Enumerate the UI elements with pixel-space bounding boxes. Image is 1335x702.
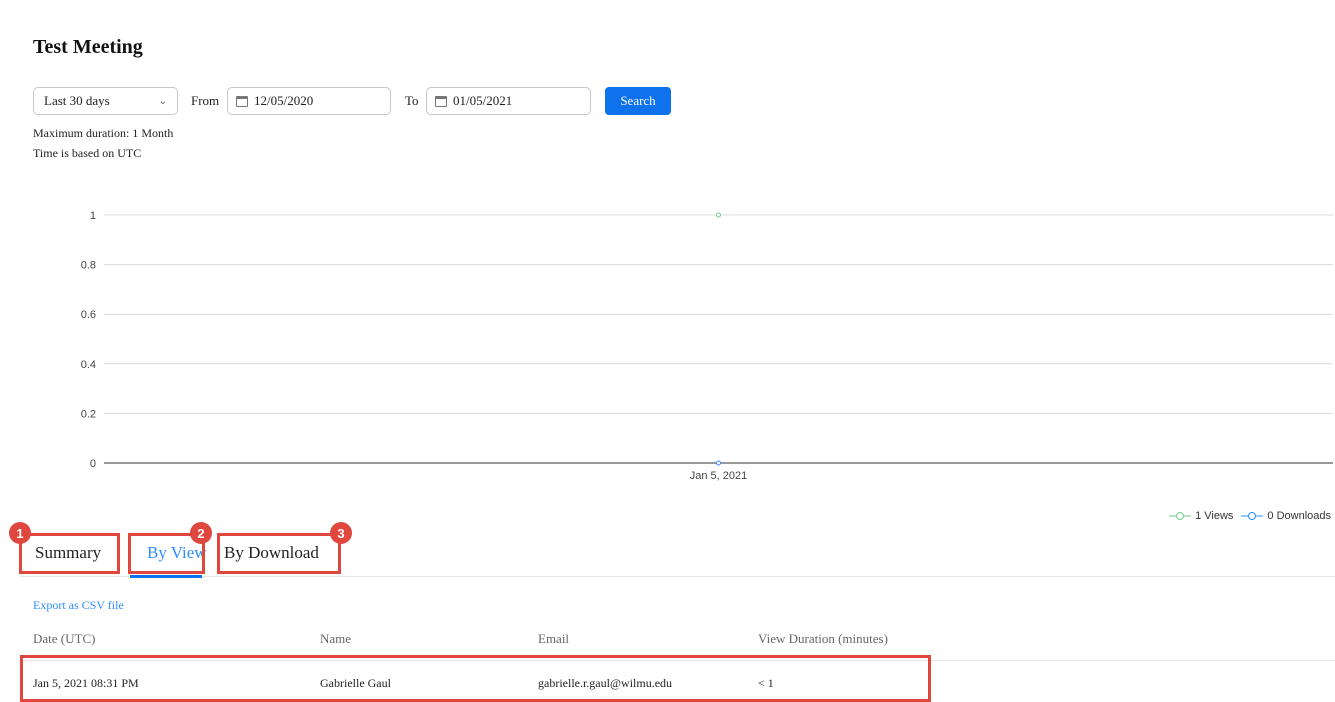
step-badge: 2 xyxy=(190,522,212,544)
highlight-box xyxy=(217,533,341,574)
column-header-date: Date (UTC) xyxy=(33,631,96,646)
y-tick-label: 0 xyxy=(90,458,96,470)
legend-line-icon xyxy=(1241,512,1264,520)
data-point xyxy=(716,460,721,466)
chevron-down-icon: ⌄ xyxy=(158,95,167,107)
search-button[interactable]: Search xyxy=(605,87,671,115)
step-badge: 3 xyxy=(330,522,352,544)
legend-item-views[interactable]: 1 Views xyxy=(1169,510,1233,522)
chart-series xyxy=(716,212,721,466)
y-axis-labels: 0 0.2 0.4 0.6 0.8 1 xyxy=(81,210,96,470)
date-range-value: Last 30 days xyxy=(44,93,110,108)
to-label: To xyxy=(405,93,419,108)
y-tick-label: 0.2 xyxy=(81,408,96,420)
legend-line-icon xyxy=(1169,512,1192,520)
active-tab-indicator xyxy=(130,575,202,578)
column-header-email: Email xyxy=(538,631,570,646)
from-label: From xyxy=(191,93,220,108)
x-tick-label: Jan 5, 2021 xyxy=(690,470,748,482)
legend-label: 0 Downloads xyxy=(1267,510,1331,522)
to-date-field[interactable]: 01/05/2021 xyxy=(426,87,591,115)
step-badge: 1 xyxy=(9,522,31,544)
views-chart: 0 0.2 0.4 0.6 0.8 1 Jan 5, 2021 xyxy=(81,210,1333,482)
timezone-note: Time is based on UTC xyxy=(33,146,142,160)
legend-item-downloads[interactable]: 0 Downloads xyxy=(1241,510,1331,522)
highlight-box-row xyxy=(20,655,931,702)
column-header-name: Name xyxy=(320,631,352,646)
y-tick-label: 0.8 xyxy=(81,260,96,272)
legend-label: 1 Views xyxy=(1195,510,1234,522)
to-date-value: 01/05/2021 xyxy=(453,93,513,108)
highlight-box xyxy=(19,533,120,574)
max-duration-note: Maximum duration: 1 Month xyxy=(33,126,174,140)
export-csv-link[interactable]: Export as CSV file xyxy=(33,598,124,613)
column-header-duration: View Duration (minutes) xyxy=(758,631,888,646)
calendar-icon xyxy=(236,95,248,107)
page-title: Test Meeting xyxy=(33,36,143,58)
x-axis-labels: Jan 5, 2021 xyxy=(690,470,748,482)
y-tick-label: 0.6 xyxy=(81,309,96,321)
from-date-value: 12/05/2020 xyxy=(254,93,314,108)
y-tick-label: 0.4 xyxy=(81,359,96,371)
from-date-field[interactable]: 12/05/2020 xyxy=(227,87,391,115)
chart-grid xyxy=(104,214,1333,464)
y-tick-label: 1 xyxy=(90,210,96,222)
chart-legend: 1 Views 0 Downloads xyxy=(1169,510,1331,522)
calendar-icon xyxy=(435,95,447,107)
date-range-select[interactable]: Last 30 days ⌄ xyxy=(33,87,178,115)
tabs-divider xyxy=(20,576,1335,577)
data-point xyxy=(716,212,721,218)
